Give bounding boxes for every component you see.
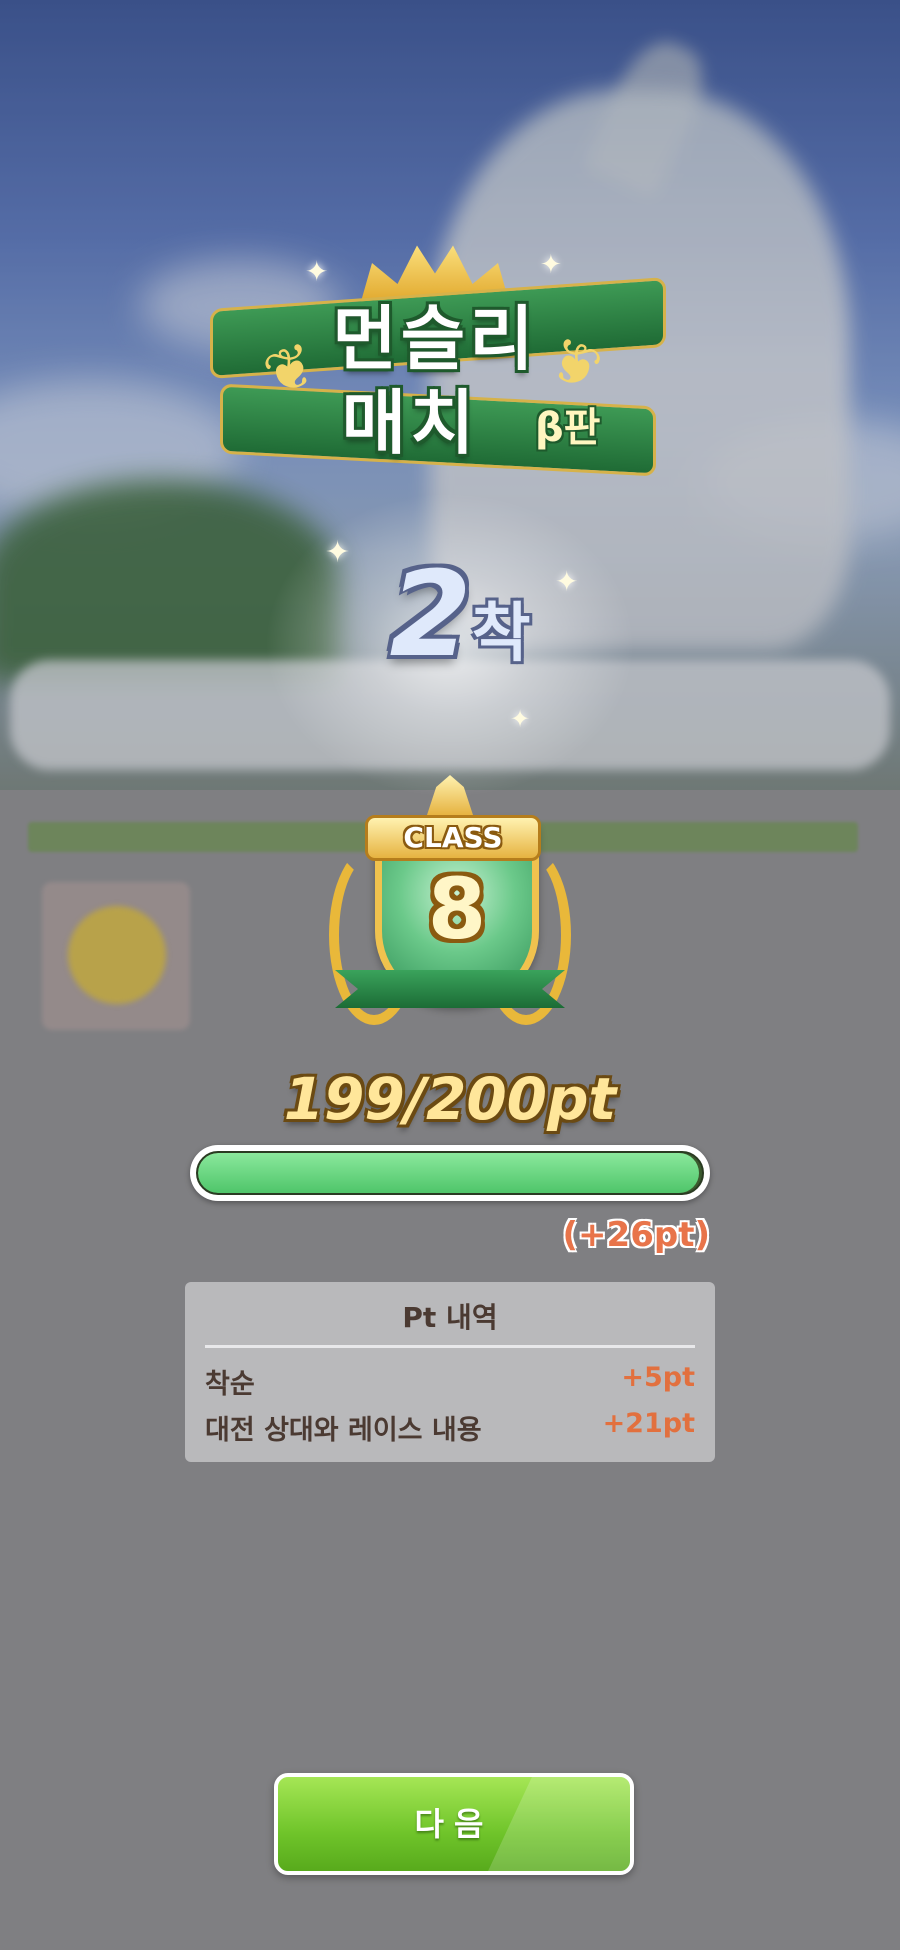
placement-result: 2착: [330, 545, 590, 683]
next-button[interactable]: 다음: [274, 1773, 634, 1875]
pt-history-value: +21pt: [602, 1408, 695, 1439]
divider: [205, 1345, 695, 1348]
badge-ribbon: [335, 970, 565, 1008]
points-gain: (+26pt): [562, 1215, 710, 1255]
pt-history-title: Pt 내역: [402, 1301, 498, 1334]
class-badge: CLASS 8: [325, 775, 575, 1025]
progress-fill: [198, 1153, 700, 1193]
progress-track: [196, 1151, 704, 1195]
next-button-label: 다음: [414, 1805, 494, 1843]
class-number: 8: [427, 860, 487, 958]
pt-history-panel: Pt 내역 착순 +5pt 대전 상대와 레이스 내용 +21pt: [185, 1282, 715, 1462]
pt-history-label: 착순: [205, 1369, 255, 1400]
sparkle-icon: ✦: [510, 705, 531, 733]
coin-icon: [68, 906, 166, 1004]
class-label: CLASS: [365, 815, 541, 861]
crown-icon: [427, 775, 473, 815]
monthly-match-logo: ❦ ❦ 먼슬리 매치 β판 ✦ ✦: [210, 235, 666, 477]
sparkle-icon: ✦: [305, 255, 329, 288]
logo-line2: 매치: [341, 382, 479, 464]
placement-suffix: 착: [471, 597, 531, 671]
points-total: 199/200pt: [283, 1065, 617, 1133]
logo-beta-tag: β판: [535, 405, 601, 451]
pt-history-value: +5pt: [621, 1362, 695, 1393]
placement-number: 2: [389, 545, 472, 683]
sparkle-icon: ✦: [540, 250, 562, 280]
points-progress-bar: [190, 1145, 710, 1201]
pt-history-label: 대전 상대와 레이스 내용: [205, 1415, 482, 1446]
